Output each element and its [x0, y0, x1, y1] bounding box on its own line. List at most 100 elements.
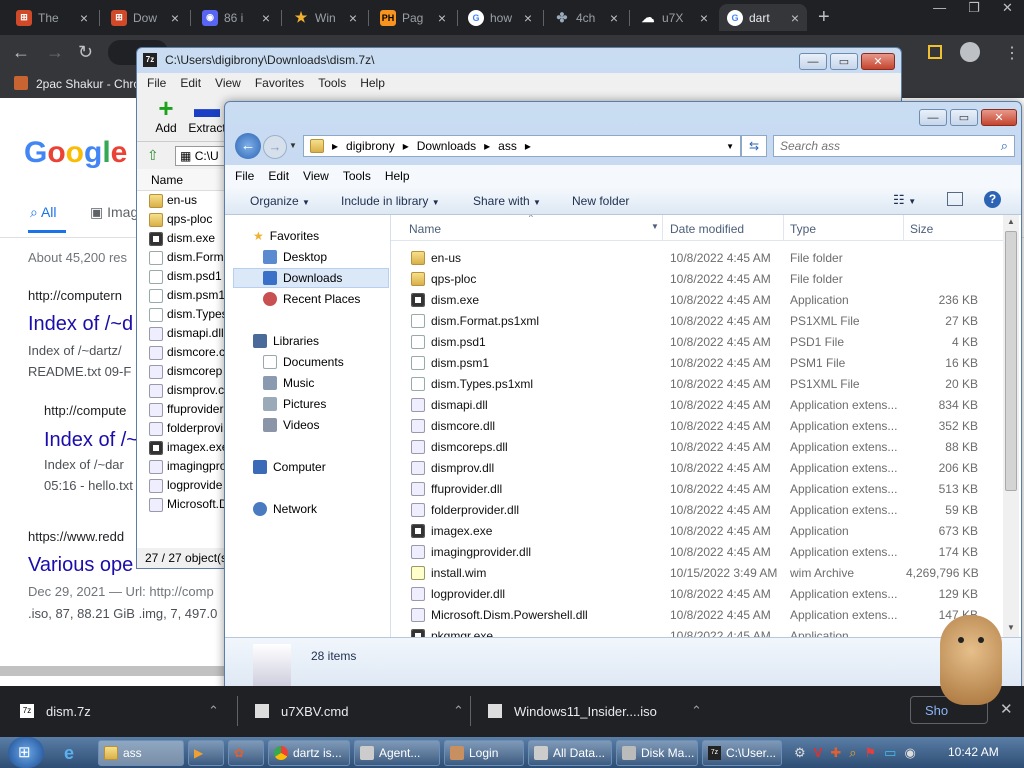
taskbar-item-agent[interactable]: Agent... [354, 740, 440, 766]
result-url[interactable]: http://compute [44, 403, 126, 418]
view-options-icon[interactable]: ☷ ▼ [893, 192, 916, 208]
download-item[interactable]: 7z dism.7z ⌃ [20, 703, 219, 719]
recent-pages-dropdown[interactable]: ▼ [289, 141, 297, 150]
tray-icon[interactable]: ⚙ [794, 745, 806, 761]
bookmark-item[interactable]: 2pac Shakur - Chro [36, 77, 140, 91]
nav-libraries[interactable]: Libraries [253, 334, 319, 348]
column-header-type[interactable]: Type [790, 222, 816, 236]
list-item[interactable]: dism.exe [137, 229, 227, 248]
table-row[interactable]: dism.Types.ps1xml 10/8/2022 4:45 AM PS1XML… [391, 374, 1001, 395]
close-icon[interactable]: ✕ [1000, 700, 1013, 718]
list-item[interactable]: logprovide [137, 476, 227, 495]
clock[interactable]: 10:42 AM [948, 745, 999, 759]
share-with-button[interactable]: Share with ▼ [473, 194, 541, 208]
list-item[interactable]: dism.Form [137, 248, 227, 267]
minimize-button[interactable]: — [799, 53, 827, 70]
column-header-size[interactable]: Size [910, 222, 933, 236]
chevron-up-icon[interactable]: ⌃ [691, 703, 702, 719]
result-url[interactable]: https://www.redd [28, 529, 124, 544]
organize-button[interactable]: Organize ▼ [250, 194, 310, 208]
extract-button[interactable]: ▬ Extract [187, 95, 227, 135]
list-item[interactable]: ffuprovider [137, 400, 227, 419]
nav-favorites[interactable]: ★ Favorites [253, 229, 319, 243]
scrollbar-thumb[interactable] [1005, 231, 1017, 491]
reload-icon[interactable]: ↻ [78, 42, 93, 62]
vertical-scrollbar[interactable]: ▲ ▼ [1003, 215, 1019, 637]
browser-tab[interactable]: ⊞ The × [8, 4, 96, 31]
new-tab-button[interactable]: + [818, 6, 830, 29]
browser-tab[interactable]: ★ Win × [285, 4, 365, 31]
menu-tools[interactable]: Tools [318, 76, 346, 90]
close-icon[interactable]: × [610, 10, 618, 26]
menu-edit[interactable]: Edit [268, 169, 289, 183]
forward-button[interactable]: → [263, 135, 287, 159]
download-item[interactable]: Windows11_Insider....iso ⌃ [488, 703, 702, 719]
list-item[interactable]: dism.Types [137, 305, 227, 324]
flag-icon[interactable]: ⚑ [865, 745, 877, 761]
table-row[interactable]: install.wim 10/15/2022 3:49 AM wim Archive… [391, 563, 1001, 584]
menu-favorites[interactable]: Favorites [255, 76, 304, 90]
table-row[interactable]: dism.exe 10/8/2022 4:45 AM Application 236 … [391, 290, 1001, 311]
table-row[interactable]: dism.psd1 10/8/2022 4:45 AM PSD1 File 4 KB [391, 332, 1001, 353]
monitor-icon[interactable]: ▭ [884, 745, 896, 761]
table-row[interactable]: imagingprovider.dll 10/8/2022 4:45 AM Appl… [391, 542, 1001, 563]
back-button[interactable]: ← [235, 133, 261, 159]
list-item[interactable]: imagingprov [137, 457, 227, 476]
nav-music[interactable]: Music [263, 376, 314, 390]
scroll-up-icon[interactable]: ▲ [1007, 217, 1015, 226]
table-row[interactable]: dism.psm1 10/8/2022 4:45 AM PSM1 File 16 KB [391, 353, 1001, 374]
close-icon[interactable]: × [791, 10, 799, 26]
list-item[interactable]: dismapi.dll [137, 324, 227, 343]
nav-pictures[interactable]: Pictures [263, 397, 326, 411]
taskbar-item-chrome[interactable]: dartz is... [268, 740, 350, 766]
nav-videos[interactable]: Videos [263, 418, 319, 432]
menu-view[interactable]: View [303, 169, 329, 183]
browser-tab[interactable]: PH Pag × [372, 4, 454, 31]
result-url[interactable]: http://computern [28, 288, 122, 303]
browser-tab[interactable]: Ghow × [460, 4, 540, 31]
google-logo[interactable]: Google [24, 136, 127, 170]
close-icon[interactable]: ✕ [1002, 0, 1013, 22]
close-icon[interactable]: × [80, 10, 88, 26]
table-row[interactable]: dismprov.dll 10/8/2022 4:45 AM Application… [391, 458, 1001, 479]
breadcrumb-item[interactable]: Downloads [417, 139, 476, 153]
list-item[interactable]: Microsoft.D [137, 495, 227, 514]
preview-pane-icon[interactable] [947, 192, 963, 206]
minimize-icon[interactable]: — [933, 0, 946, 22]
table-row[interactable]: dismapi.dll 10/8/2022 4:45 AM Application … [391, 395, 1001, 416]
search-icon[interactable]: ⌕ [1001, 138, 1008, 154]
table-row[interactable]: qps-ploc 10/8/2022 4:45 AM File folder [391, 269, 1001, 290]
tray-icon[interactable]: ⌕ [849, 745, 856, 761]
nav-network[interactable]: Network [253, 502, 317, 516]
forward-icon[interactable]: → [46, 42, 64, 62]
chevron-down-icon[interactable]: ▼ [651, 222, 659, 231]
list-item[interactable]: dism.psd1 [137, 267, 227, 286]
close-icon[interactable]: × [171, 10, 179, 26]
scroll-down-icon[interactable]: ▼ [1007, 623, 1015, 632]
up-folder-icon[interactable]: ⇧ [147, 147, 159, 164]
column-header-name[interactable]: Name [409, 222, 441, 236]
list-item[interactable]: imagex.exe [137, 438, 227, 457]
include-in-library-button[interactable]: Include in library ▼ [341, 194, 440, 208]
tab-images[interactable]: ▣ Imag [90, 204, 138, 221]
tray-icon[interactable]: V [814, 745, 823, 761]
list-item[interactable]: en-us [137, 191, 227, 210]
add-button[interactable]: + Add [149, 95, 183, 135]
new-folder-button[interactable]: New folder [572, 194, 629, 208]
taskbar-item-explorer[interactable]: ass [98, 740, 184, 766]
browser-tab-active[interactable]: Gdart × [719, 4, 807, 31]
menu-file[interactable]: File [147, 76, 166, 90]
table-row[interactable]: imagex.exe 10/8/2022 4:45 AM Application 67… [391, 521, 1001, 542]
menu-icon[interactable]: ⋮ [1004, 43, 1020, 63]
taskbar-item-media[interactable]: ▶ [188, 740, 224, 766]
column-header-name[interactable]: Name [137, 169, 227, 191]
browser-tab[interactable]: ⊞ Dow × [103, 4, 187, 31]
volume-icon[interactable]: ◉ [904, 745, 915, 761]
breadcrumb-item[interactable]: ass [498, 139, 517, 153]
minimize-button[interactable]: — [919, 109, 947, 126]
table-row[interactable]: dismcoreps.dll 10/8/2022 4:45 AM Applicati… [391, 437, 1001, 458]
close-button[interactable]: ✕ [981, 109, 1017, 126]
search-input[interactable] [774, 136, 984, 156]
maximize-button[interactable]: ▭ [830, 53, 858, 70]
tray-icon[interactable]: ✚ [830, 745, 841, 761]
